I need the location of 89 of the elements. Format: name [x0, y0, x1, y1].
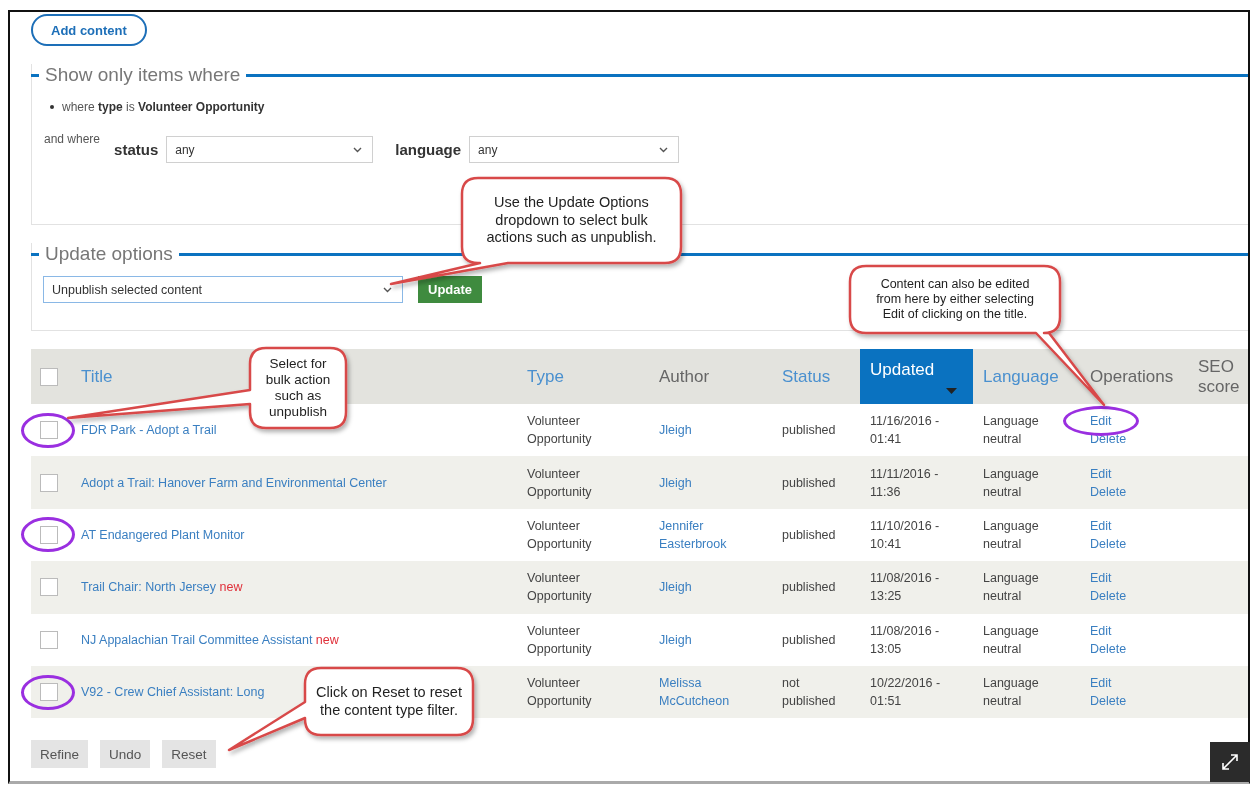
- column-header: SEO score: [1198, 356, 1240, 396]
- checkbox[interactable]: [40, 525, 58, 544]
- callout-text: Click on Reset to reset the content type filter.: [315, 684, 463, 719]
- filter-action-button[interactable]: Undo: [100, 740, 151, 769]
- table-cell-text: 10/22/2016 - 01:51: [870, 675, 942, 711]
- bullet-icon: [50, 105, 54, 109]
- table-cell-text: Volunteer Opportunity: [527, 465, 593, 501]
- table-cell-text: Volunteer Opportunity: [527, 517, 593, 553]
- filter-dropdown[interactable]: any: [166, 136, 374, 163]
- table-cell-text: Language neutral: [983, 622, 1040, 658]
- and-where-label: and where: [44, 132, 101, 146]
- callout-text: Select for bulk action such as unpublish: [264, 355, 332, 421]
- delete-link[interactable]: Delete: [1090, 587, 1127, 606]
- checkbox[interactable]: [40, 683, 58, 702]
- table-cell-text: 11/10/2016 - 10:41: [870, 517, 941, 553]
- author-link[interactable]: Jleigh: [659, 473, 755, 492]
- checkbox[interactable]: [40, 367, 58, 386]
- table-cell-text: published: [782, 474, 837, 492]
- section-legend: Update options: [39, 243, 179, 265]
- filter-condition: where type is Volunteer Opportunity: [62, 100, 265, 114]
- table-cell-text: Language neutral: [983, 517, 1040, 553]
- update-button[interactable]: Update: [418, 276, 483, 303]
- edit-link[interactable]: Edit: [1090, 621, 1112, 640]
- sort-descending-icon: [946, 388, 957, 394]
- sort-link[interactable]: Language: [983, 366, 1059, 386]
- filter-action-button[interactable]: Reset: [162, 740, 216, 769]
- table-cell-text: Volunteer Opportunity: [527, 622, 593, 658]
- sort-link[interactable]: Title: [81, 366, 113, 386]
- new-marker: new: [219, 580, 243, 595]
- table-cell-text: Language neutral: [983, 570, 1040, 606]
- author-link[interactable]: Jleigh: [659, 578, 755, 597]
- table-cell-text: 11/08/2016 - 13:25: [870, 570, 941, 606]
- sorted-column-header[interactable]: Updated: [870, 360, 935, 379]
- filter-label: language: [395, 141, 462, 158]
- section-legend: Show only items where: [39, 64, 247, 86]
- content-title-link[interactable]: AT Endangered Plant Monitor: [81, 527, 245, 542]
- callout-text: Content can also be edited from here by either selecting Edit of clicking on the title.: [875, 277, 1035, 322]
- table-cell-text: Language neutral: [983, 413, 1040, 449]
- delete-link[interactable]: Delete: [1090, 692, 1127, 711]
- checkbox[interactable]: [40, 473, 58, 492]
- table-cell-text: 11/16/2016 - 01:41: [870, 413, 941, 449]
- chevron-down-icon: [659, 146, 669, 153]
- content-title-link[interactable]: Adopt a Trail: Hanover Farm and Environmental Center: [81, 475, 387, 490]
- edit-link[interactable]: Edit: [1090, 516, 1112, 535]
- content-title-link[interactable]: FDR Park - Adopt a Trail: [81, 423, 217, 438]
- table-cell-text: 11/11/2016 - 11:36: [870, 465, 940, 501]
- content-title-link[interactable]: V92 - Crew Chief Assistant: Long: [81, 685, 265, 700]
- chevron-down-icon: [383, 286, 392, 293]
- fullscreen-button[interactable]: [1210, 742, 1250, 782]
- column-header: Author: [659, 366, 710, 386]
- table-cell-text: not published: [782, 675, 837, 711]
- table-cell-text: 11/08/2016 - 13:05: [870, 622, 941, 658]
- table-cell-text: Volunteer Opportunity: [527, 570, 593, 606]
- edit-link[interactable]: Edit: [1090, 464, 1112, 483]
- chevron-down-icon: [353, 146, 363, 153]
- checkbox[interactable]: [40, 421, 58, 440]
- delete-link[interactable]: Delete: [1090, 482, 1127, 501]
- filter-label: status: [114, 141, 159, 158]
- expand-icon: [1221, 753, 1239, 771]
- content-title-link[interactable]: Trail Chair: North Jersey: [81, 580, 216, 595]
- table-cell-text: published: [782, 631, 837, 649]
- filter-action-button[interactable]: Refine: [31, 740, 89, 769]
- delete-link[interactable]: Delete: [1090, 534, 1127, 553]
- author-link[interactable]: Jleigh: [659, 421, 755, 440]
- table-cell-text: published: [782, 579, 837, 597]
- filter-dropdown[interactable]: any: [469, 136, 680, 163]
- checkbox[interactable]: [40, 578, 58, 597]
- new-marker: new: [315, 632, 339, 647]
- sort-link[interactable]: Status: [782, 366, 831, 386]
- sort-link[interactable]: Type: [527, 366, 564, 386]
- author-link[interactable]: Melissa McCutcheon: [659, 674, 755, 711]
- callout-text: Use the Update Options dropdown to select bulk actions such as unpublish.: [485, 194, 658, 247]
- table-cell-text: Language neutral: [983, 675, 1040, 711]
- add-content-button[interactable]: Add content: [31, 14, 147, 46]
- checkbox[interactable]: [40, 630, 58, 649]
- bulk-action-dropdown[interactable]: Unpublish selected content: [43, 276, 403, 303]
- edit-link[interactable]: Edit: [1090, 569, 1112, 588]
- delete-link[interactable]: Delete: [1090, 639, 1127, 658]
- table-cell-text: Volunteer Opportunity: [527, 675, 593, 711]
- table-cell-text: Volunteer Opportunity: [527, 413, 593, 449]
- author-link[interactable]: Jennifer Easterbrook: [659, 516, 755, 553]
- column-header: Operations: [1090, 366, 1174, 386]
- content-title-link[interactable]: NJ Appalachian Trail Committee Assistant: [81, 632, 313, 647]
- table-cell-text: published: [782, 526, 837, 544]
- table-cell-text: published: [782, 422, 837, 440]
- edit-link[interactable]: Edit: [1090, 412, 1112, 431]
- author-link[interactable]: Jleigh: [659, 630, 755, 649]
- table-cell-text: Language neutral: [983, 465, 1040, 501]
- edit-link[interactable]: Edit: [1090, 674, 1112, 693]
